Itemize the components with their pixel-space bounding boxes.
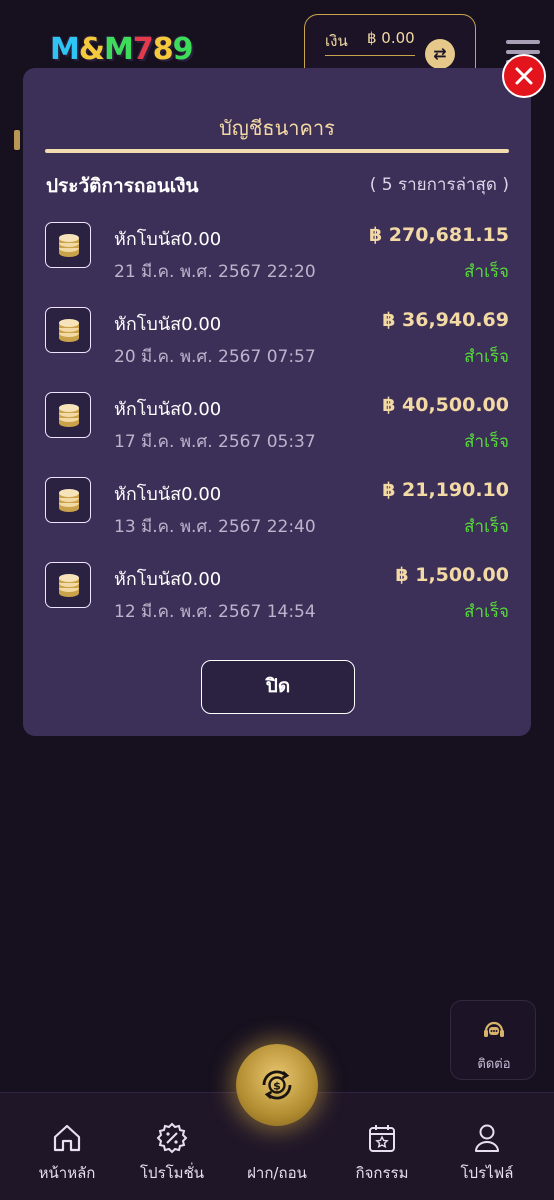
transaction-date: 17 มี.ค. พ.ศ. 2567 05:37: [114, 432, 316, 452]
bank-account-modal: บัญชีธนาคาร ประวัติการถอนเงิน ( 5 รายการ…: [23, 68, 531, 736]
nav-item-profile[interactable]: โปรไฟล์: [432, 1121, 542, 1191]
transaction-amount: ฿ 270,681.15: [368, 224, 509, 246]
transaction-title: หักโบนัส0.00: [114, 484, 222, 505]
withdraw-history-row[interactable]: หักโบนัส0.00 21 มี.ค. พ.ศ. 2567 22:20 ฿ 27…: [45, 218, 509, 290]
wallet-divider: [325, 55, 415, 56]
home-icon: [53, 1124, 81, 1152]
nav-item-home[interactable]: หน้าหลัก: [12, 1121, 122, 1191]
transaction-title: หักโบนัส0.00: [114, 314, 222, 335]
transaction-amount: ฿ 1,500.00: [395, 564, 509, 586]
nav-label: โปรโมชั่น: [139, 1164, 204, 1182]
transaction-date: 21 มี.ค. พ.ศ. 2567 22:20: [114, 262, 316, 282]
calendar-star-icon: [369, 1125, 395, 1152]
swap-icon[interactable]: ⇄: [425, 39, 455, 69]
transaction-status: สำเร็จ: [464, 517, 509, 537]
withdraw-history-row[interactable]: หักโบนัส0.00 13 มี.ค. พ.ศ. 2567 22:40 ฿ 21…: [45, 473, 509, 545]
deposit-withdraw-icon: $: [262, 1070, 292, 1100]
transaction-date: 12 มี.ค. พ.ศ. 2567 14:54: [114, 602, 316, 622]
transaction-amount: ฿ 36,940.69: [382, 309, 509, 331]
deposit-withdraw-button[interactable]: $: [236, 1044, 318, 1126]
close-icon[interactable]: [502, 54, 546, 98]
wallet-amount: ฿ 0.00: [367, 29, 415, 47]
background-fragment: [14, 130, 20, 150]
nav-label: ฝาก/ถอน: [247, 1164, 307, 1182]
transaction-title: หักโบนัส0.00: [114, 399, 222, 420]
contact-label: ติดต่อ: [477, 1057, 511, 1072]
nav-item-activity[interactable]: กิจกรรม: [327, 1121, 437, 1191]
nav-label: โปรไฟล์: [460, 1164, 514, 1182]
withdraw-history-row[interactable]: หักโบนัส0.00 20 มี.ค. พ.ศ. 2567 07:57 ฿ 36…: [45, 303, 509, 375]
transaction-title: หักโบนัส0.00: [114, 229, 222, 250]
contact-button[interactable]: ติดต่อ: [450, 1000, 536, 1080]
withdraw-history-title: ประวัติการถอนเงิน: [46, 175, 199, 197]
promotion-icon: [156, 1122, 188, 1154]
transaction-date: 20 มี.ค. พ.ศ. 2567 07:57: [114, 347, 316, 367]
user-icon: [475, 1124, 499, 1152]
modal-title: บัญชีธนาคาร: [219, 116, 335, 140]
coins-icon: [45, 477, 91, 523]
coins-icon: [45, 562, 91, 608]
coins-icon: [45, 222, 91, 268]
transaction-amount: ฿ 40,500.00: [382, 394, 509, 416]
brand-logo[interactable]: M&M789: [50, 30, 194, 70]
modal-divider: [45, 149, 509, 153]
coins-icon: [45, 392, 91, 438]
support-chat-icon: [484, 1021, 504, 1037]
close-button[interactable]: ปิด: [201, 660, 355, 714]
transaction-status: สำเร็จ: [464, 602, 509, 622]
transaction-title: หักโบนัส0.00: [114, 569, 222, 590]
transaction-amount: ฿ 21,190.10: [382, 479, 509, 501]
coins-icon: [45, 307, 91, 353]
nav-label: กิจกรรม: [355, 1164, 409, 1182]
nav-item-promotion[interactable]: โปรโมชั่น: [117, 1121, 227, 1191]
svg-text:$: $: [273, 1080, 281, 1093]
transaction-date: 13 มี.ค. พ.ศ. 2567 22:40: [114, 517, 316, 537]
withdraw-history-row[interactable]: หักโบนัส0.00 17 มี.ค. พ.ศ. 2567 05:37 ฿ 40…: [45, 388, 509, 460]
transaction-status: สำเร็จ: [464, 262, 509, 282]
nav-item-deposit-withdraw[interactable]: ฝาก/ถอน: [222, 1121, 332, 1191]
nav-label: หน้าหลัก: [38, 1164, 96, 1182]
transaction-status: สำเร็จ: [464, 347, 509, 367]
history-count: ( 5 รายการล่าสุด ): [369, 175, 509, 195]
transaction-status: สำเร็จ: [464, 432, 509, 452]
withdraw-history-row[interactable]: หักโบนัส0.00 12 มี.ค. พ.ศ. 2567 14:54 ฿ 1,…: [45, 558, 509, 630]
wallet-label: เงิน: [325, 32, 348, 50]
